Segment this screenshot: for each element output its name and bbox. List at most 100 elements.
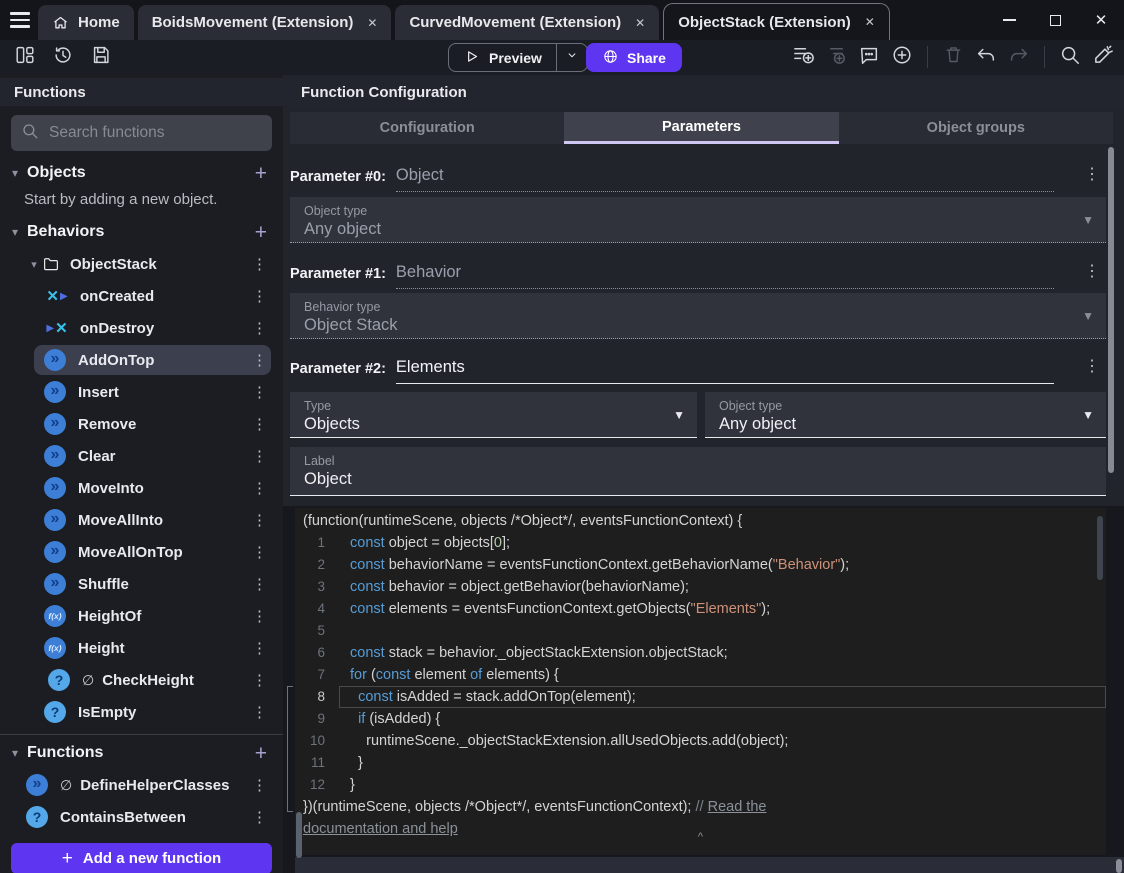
kebab-menu-icon[interactable]: ⋮ — [246, 703, 273, 721]
code-line-4[interactable]: 4 const elements = eventsFunctionContext.… — [295, 598, 1106, 620]
share-button[interactable]: Share — [586, 43, 682, 72]
parameter-2-field-type[interactable]: Type Objects ▼ — [290, 392, 697, 438]
edit-with-ai-button[interactable] — [1090, 44, 1116, 70]
sidebar-item-remove[interactable]: » Remove ⋮ — [0, 408, 283, 440]
preview-options-button[interactable] — [555, 44, 587, 71]
parameter-0-field-object-type[interactable]: Object type Any object ▼ — [290, 197, 1106, 243]
code-line-11[interactable]: 11 } — [295, 752, 1106, 774]
parameter-name-field[interactable]: Object — [395, 166, 1054, 192]
sidebar-item-height[interactable]: f(x) Height ⋮ — [0, 632, 283, 664]
kebab-menu-icon[interactable]: ⋮ — [246, 415, 273, 433]
code-line-9[interactable]: 9 if (isAdded) { — [295, 708, 1106, 730]
undo-button[interactable] — [973, 44, 999, 70]
delete-button[interactable] — [940, 44, 966, 70]
kebab-menu-icon[interactable]: ⋮ — [1078, 261, 1106, 289]
code-line-10[interactable]: 10 runtimeScene._objectStackExtension.al… — [295, 730, 1106, 752]
kebab-menu-icon[interactable]: ⋮ — [246, 447, 273, 465]
sidebar-item-moveallinto[interactable]: » MoveAllInto ⋮ — [0, 504, 283, 536]
history-button[interactable] — [50, 44, 76, 70]
code-line-7[interactable]: 7 for (const element of elements) { — [295, 664, 1106, 686]
add-new-function-button[interactable]: + Add a new function — [11, 843, 272, 873]
code-line-6[interactable]: 6 const stack = behavior._objectStackExte… — [295, 642, 1106, 664]
sidebar-item-moveinto[interactable]: » MoveInto ⋮ — [0, 472, 283, 504]
code-line-8[interactable]: 8 const isAdded = stack.addOnTop(element… — [295, 686, 1106, 708]
objects-section-header[interactable]: ▾ Objects + — [0, 157, 283, 189]
sidebar-item-moveallontop[interactable]: » MoveAllOnTop ⋮ — [0, 536, 283, 568]
kebab-menu-icon[interactable]: ⋮ — [246, 319, 273, 337]
close-button[interactable]: ✕ — [1078, 0, 1124, 40]
maximize-button[interactable] — [1032, 0, 1078, 40]
close-tab-icon[interactable]: ✕ — [865, 15, 875, 29]
parameter-2-field-object-type[interactable]: Object type Any object ▼ — [705, 392, 1106, 438]
add-event-button[interactable] — [790, 44, 816, 70]
search-functions-input[interactable] — [47, 123, 262, 143]
code-line-3[interactable]: 3 const behavior = object.getBehavior(beh… — [295, 576, 1106, 598]
code-line-1[interactable]: 1 const object = objects[0]; — [295, 532, 1106, 554]
kebab-menu-icon[interactable]: ⋮ — [246, 575, 273, 593]
sidebar-item-clear[interactable]: » Clear ⋮ — [0, 440, 283, 472]
left-scrollbar-thumb[interactable] — [296, 812, 302, 858]
behavior-group-objectstack[interactable]: ▾ ObjectStack ⋮ — [0, 248, 283, 280]
kebab-menu-icon[interactable]: ⋮ — [246, 383, 273, 401]
sidebar-item-insert[interactable]: » Insert ⋮ — [0, 376, 283, 408]
collapse-code-icon[interactable]: ^ — [295, 830, 1106, 844]
minimize-button[interactable] — [986, 0, 1032, 40]
add-comment-button[interactable] — [856, 44, 882, 70]
functions-section-header[interactable]: ▾ Functions + — [0, 737, 283, 769]
kebab-menu-icon[interactable]: ⋮ — [1078, 164, 1106, 192]
redo-button[interactable] — [1006, 44, 1032, 70]
search-button[interactable] — [1057, 44, 1083, 70]
kebab-menu-icon[interactable]: ⋮ — [246, 543, 273, 561]
code-line-2[interactable]: 2 const behaviorName = eventsFunctionCont… — [295, 554, 1106, 576]
add-behavior-button[interactable]: + — [251, 222, 271, 243]
kebab-menu-icon[interactable]: ⋮ — [246, 351, 273, 369]
javascript-code-editor[interactable]: (function(runtimeScene, objects /*Object… — [295, 508, 1106, 855]
parameter-1-field-behavior-type[interactable]: Behavior type Object Stack ▼ — [290, 293, 1106, 339]
editor-tab-boidsmovement[interactable]: BoidsMovement (Extension) ✕ — [137, 5, 392, 40]
editor-tab-home[interactable]: Home — [38, 5, 134, 40]
code-line-12[interactable]: 12} — [295, 774, 1106, 796]
editor-tab-curvedmovement[interactable]: CurvedMovement (Extension) ✕ — [395, 5, 660, 40]
parameter-label-field[interactable]: Label Object ▼ — [290, 447, 1106, 496]
kebab-menu-icon[interactable]: ⋮ — [246, 479, 273, 497]
editor-tab-objectstack[interactable]: ObjectStack (Extension) ✕ — [663, 3, 890, 40]
sidebar-item-oncreated[interactable]: ✕ ▶ onCreated ⋮ — [0, 280, 283, 312]
sidebar-item-isempty[interactable]: ? IsEmpty ⋮ — [0, 696, 283, 728]
close-tab-icon[interactable]: ✕ — [635, 16, 645, 30]
parameter-name-field[interactable]: Elements — [395, 358, 1054, 384]
add-function-plus-button[interactable]: + — [251, 743, 271, 764]
sidebar-item-containsbetween[interactable]: ? ContainsBetween ⋮ — [0, 801, 283, 833]
main-menu-icon[interactable] — [10, 9, 36, 31]
save-button[interactable] — [88, 44, 114, 70]
sidebar-item-addontop[interactable]: » AddOnTop ⋮ — [0, 344, 283, 376]
kebab-menu-icon[interactable]: ⋮ — [246, 511, 273, 529]
kebab-menu-icon[interactable]: ⋮ — [246, 255, 273, 273]
kebab-menu-icon[interactable]: ⋮ — [246, 808, 273, 826]
kebab-menu-icon[interactable]: ⋮ — [246, 639, 273, 657]
documentation-link[interactable]: Read the — [708, 799, 767, 815]
tab-parameters[interactable]: Parameters — [564, 112, 839, 144]
kebab-menu-icon[interactable]: ⋮ — [246, 776, 273, 794]
sidebar-item-ondestroy[interactable]: ▶ ✕ onDestroy ⋮ — [0, 312, 283, 344]
main-scrollbar[interactable] — [1108, 147, 1114, 473]
open-project-manager-button[interactable] — [12, 44, 38, 70]
window-scrollbar-thumb[interactable] — [1116, 859, 1122, 873]
sidebar-item-shuffle[interactable]: » Shuffle ⋮ — [0, 568, 283, 600]
behaviors-section-header[interactable]: ▾ Behaviors + — [0, 216, 283, 248]
sidebar-item-checkheight[interactable]: ? ∅ CheckHeight ⋮ — [0, 664, 283, 696]
add-new-button[interactable] — [889, 44, 915, 70]
sidebar-item-definehelperclasses[interactable]: » ∅ DefineHelperClasses ⋮ — [0, 769, 283, 801]
close-tab-icon[interactable]: ✕ — [367, 16, 377, 30]
kebab-menu-icon[interactable]: ⋮ — [246, 287, 273, 305]
tab-object-groups[interactable]: Object groups — [839, 112, 1113, 144]
kebab-menu-icon[interactable]: ⋮ — [246, 607, 273, 625]
kebab-menu-icon[interactable]: ⋮ — [246, 671, 273, 689]
preview-button[interactable]: Preview — [449, 44, 556, 71]
code-line-5[interactable]: 5 — [295, 620, 1106, 642]
kebab-menu-icon[interactable]: ⋮ — [1078, 356, 1106, 384]
add-object-button[interactable]: + — [251, 163, 271, 184]
sidebar-item-heightof[interactable]: f(x) HeightOf ⋮ — [0, 600, 283, 632]
add-subevent-button[interactable] — [823, 44, 849, 70]
editor-scrollbar-thumb[interactable] — [1097, 516, 1103, 580]
parameter-name-field[interactable]: Behavior — [395, 263, 1054, 289]
